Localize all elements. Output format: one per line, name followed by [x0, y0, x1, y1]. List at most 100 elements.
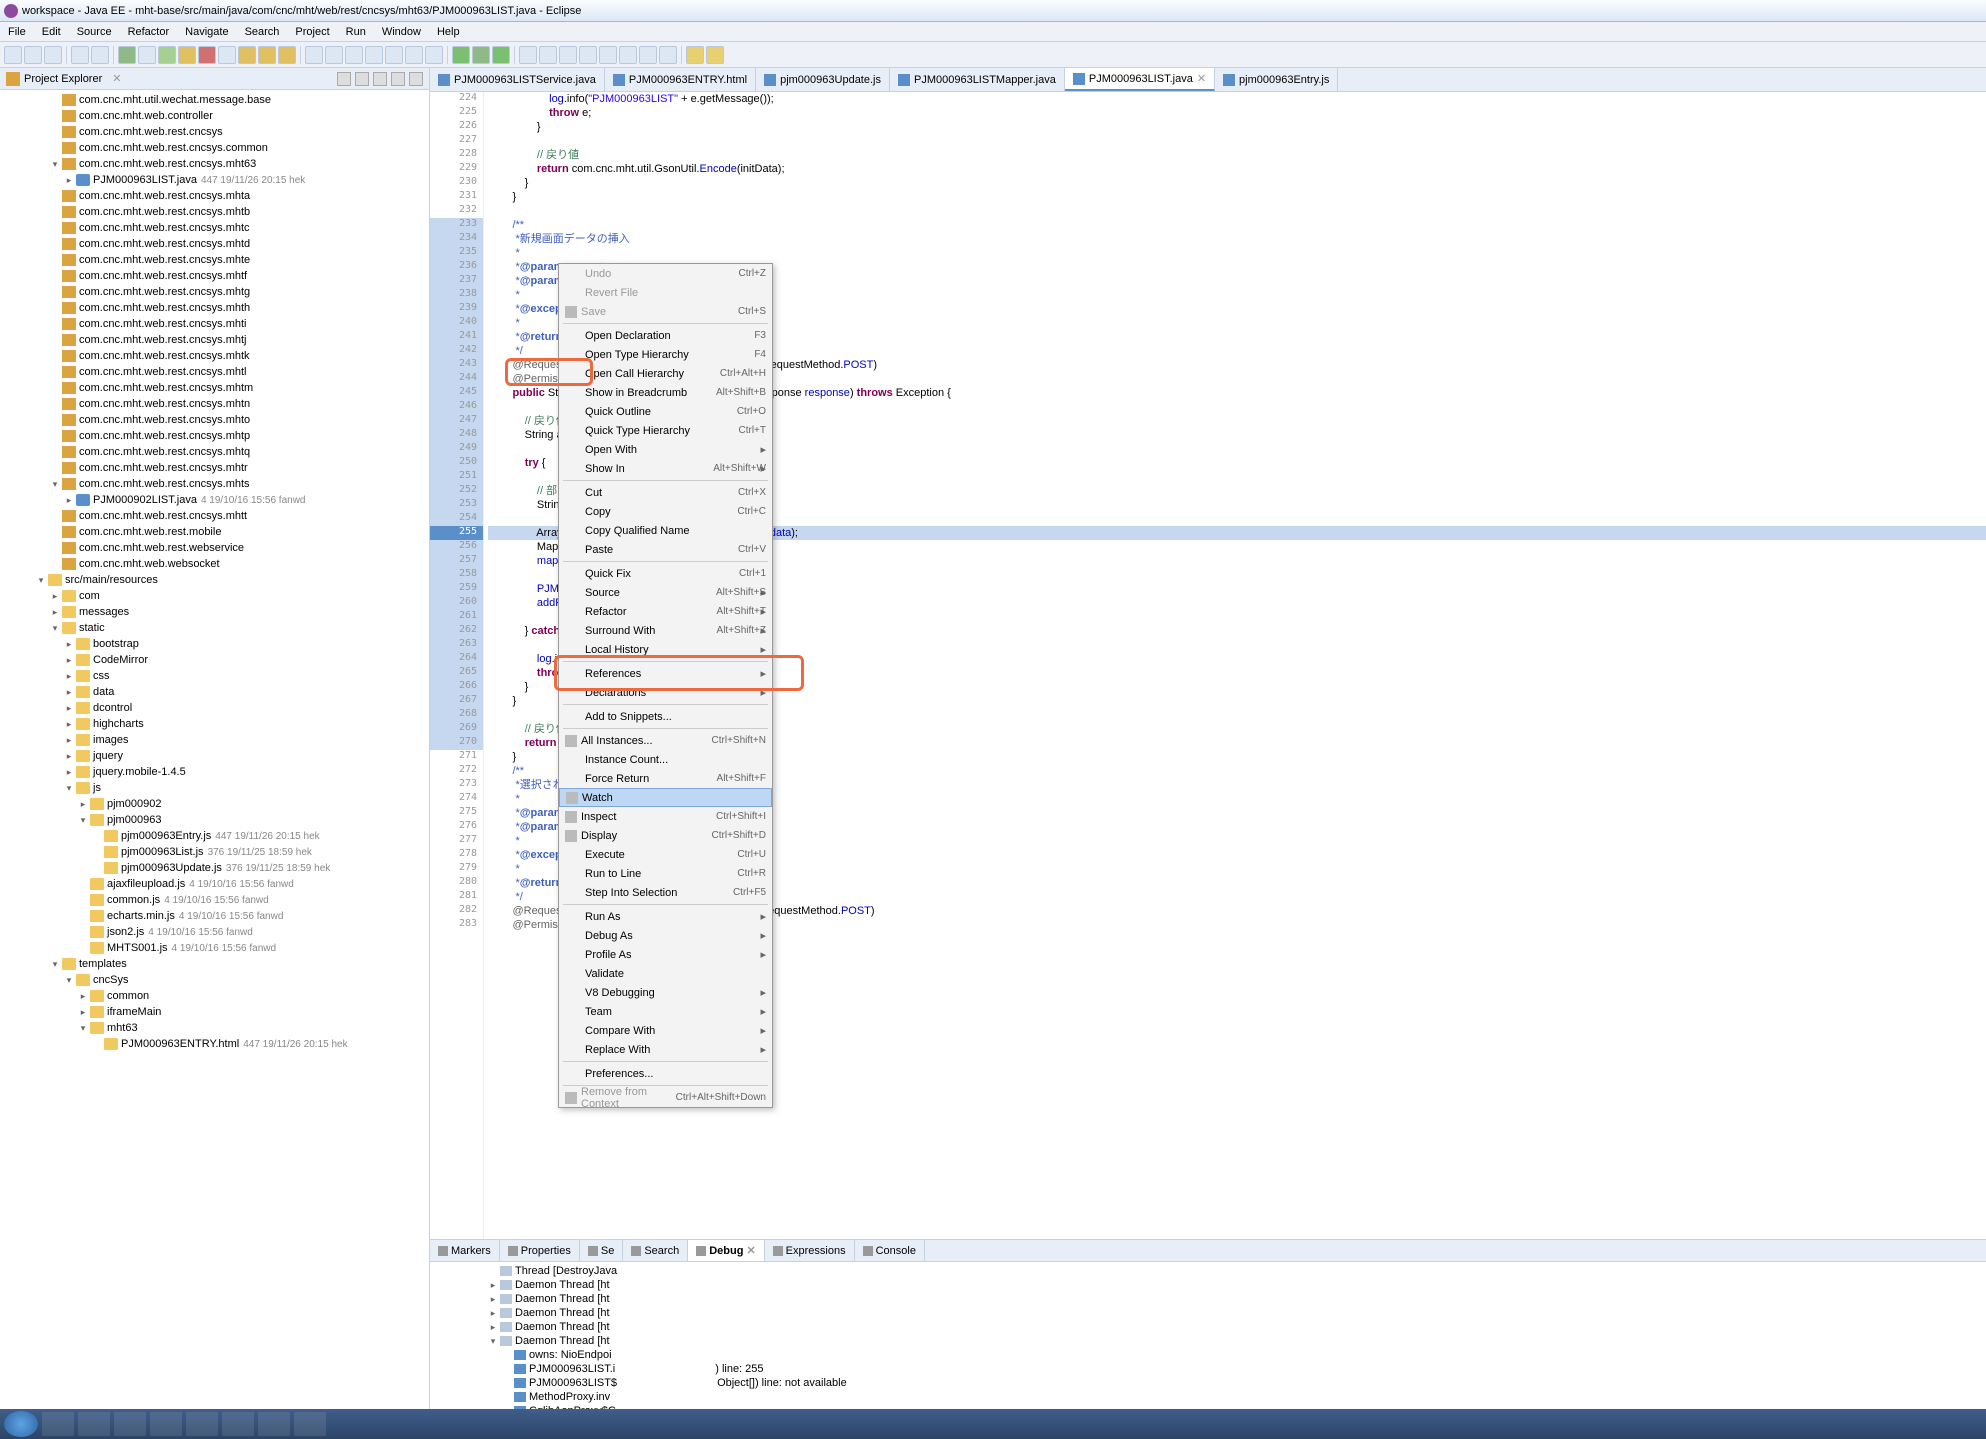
ctx-quick-outline[interactable]: Quick OutlineCtrl+O — [559, 402, 772, 421]
skip-breakpoints[interactable] — [138, 46, 156, 64]
debug-row[interactable]: PJM000963LIST$Object[]) line: not availa… — [430, 1376, 1986, 1390]
start-button[interactable] — [4, 1411, 38, 1437]
step-over-button[interactable] — [258, 46, 276, 64]
save-all-button[interactable] — [44, 46, 62, 64]
tree-item[interactable]: com.cnc.mht.web.rest.cncsys.mhtq — [0, 444, 429, 460]
tree-item[interactable]: com.cnc.mht.web.rest.cncsys.mhtl — [0, 364, 429, 380]
ctx-cut[interactable]: CutCtrl+X — [559, 483, 772, 502]
tree-item[interactable]: ▾src/main/resources — [0, 572, 429, 588]
editor-tab[interactable]: PJM000963LISTMapper.java — [890, 68, 1065, 91]
tree-item[interactable]: common.js4 19/10/16 15:56 fanwd — [0, 892, 429, 908]
ctx-inspect[interactable]: InspectCtrl+Shift+I — [559, 807, 772, 826]
ctx-open-declaration[interactable]: Open DeclarationF3 — [559, 326, 772, 345]
debug-row[interactable]: Thread [DestroyJava — [430, 1264, 1986, 1278]
ctx-refactor[interactable]: RefactorAlt+Shift+T▸ — [559, 602, 772, 621]
save-button[interactable] — [24, 46, 42, 64]
ctx-surround-with[interactable]: Surround WithAlt+Shift+Z▸ — [559, 621, 772, 640]
ctx-watch[interactable]: Watch — [559, 788, 772, 807]
resume-button[interactable] — [158, 46, 176, 64]
tree-item[interactable]: com.cnc.mht.web.rest.cncsys.mhtc — [0, 220, 429, 236]
ctx-add-to-snippets-[interactable]: Add to Snippets... — [559, 707, 772, 726]
bottom-tab-debug[interactable]: Debug ✕ — [688, 1240, 764, 1261]
tree-item[interactable]: com.cnc.mht.web.rest.cncsys.mhtb — [0, 204, 429, 220]
tree-item[interactable]: ▸com — [0, 588, 429, 604]
menu-source[interactable]: Source — [69, 24, 120, 40]
ctx-open-with[interactable]: Open With▸ — [559, 440, 772, 459]
link-editor-button[interactable] — [355, 72, 369, 86]
suspend-button[interactable] — [178, 46, 196, 64]
menu-project[interactable]: Project — [287, 24, 337, 40]
ctx-copy-qualified-name[interactable]: Copy Qualified Name — [559, 521, 772, 540]
ctx-declarations[interactable]: Declarations▸ — [559, 683, 772, 702]
explorer-tree[interactable]: com.cnc.mht.util.wechat.message.basecom.… — [0, 90, 429, 1439]
ctx-quick-fix[interactable]: Quick FixCtrl+1 — [559, 564, 772, 583]
ctx-show-in[interactable]: Show InAlt+Shift+W▸ — [559, 459, 772, 478]
tb-19[interactable] — [425, 46, 443, 64]
task-6[interactable] — [222, 1412, 254, 1436]
tree-item[interactable]: ▸pjm000902 — [0, 796, 429, 812]
debug-row[interactable]: MethodProxy.inv — [430, 1390, 1986, 1404]
tree-item[interactable]: ▾js — [0, 780, 429, 796]
tree-item[interactable]: ▸iframeMain — [0, 1004, 429, 1020]
menu-edit[interactable]: Edit — [34, 24, 69, 40]
menu-window[interactable]: Window — [374, 24, 429, 40]
tree-item[interactable]: ▸common — [0, 988, 429, 1004]
editor-tab[interactable]: PJM000963ENTRY.html — [605, 68, 756, 91]
task-8[interactable] — [294, 1412, 326, 1436]
editor-tab[interactable]: PJM000963LISTService.java — [430, 68, 605, 91]
ctx-quick-type-hierarchy[interactable]: Quick Type HierarchyCtrl+T — [559, 421, 772, 440]
tree-item[interactable]: com.cnc.mht.web.rest.cncsys.mhte — [0, 252, 429, 268]
tree-item[interactable]: com.cnc.mht.web.websocket — [0, 556, 429, 572]
tree-item[interactable]: ▸CodeMirror — [0, 652, 429, 668]
tree-item[interactable]: com.cnc.mht.web.rest.mobile — [0, 524, 429, 540]
tree-item[interactable]: ▾static — [0, 620, 429, 636]
collapse-all-button[interactable] — [337, 72, 351, 86]
tree-item[interactable]: com.cnc.mht.web.rest.webservice — [0, 540, 429, 556]
tree-item[interactable]: ajaxfileupload.js4 19/10/16 15:56 fanwd — [0, 876, 429, 892]
tree-item[interactable]: echarts.min.js4 19/10/16 15:56 fanwd — [0, 908, 429, 924]
tb-14[interactable] — [325, 46, 343, 64]
tree-item[interactable]: ▸dcontrol — [0, 700, 429, 716]
bottom-tab-search[interactable]: Search — [623, 1240, 688, 1261]
menu-search[interactable]: Search — [237, 24, 288, 40]
debug-row[interactable]: ▸Daemon Thread [ht — [430, 1320, 1986, 1334]
ctx-v-debugging[interactable]: V8 Debugging▸ — [559, 983, 772, 1002]
ctx-run-to-line[interactable]: Run to LineCtrl+R — [559, 864, 772, 883]
tree-item[interactable]: com.cnc.mht.web.controller — [0, 108, 429, 124]
ctx-display[interactable]: DisplayCtrl+Shift+D — [559, 826, 772, 845]
debug-row[interactable]: ▸Daemon Thread [ht — [430, 1306, 1986, 1320]
step-return-button[interactable] — [278, 46, 296, 64]
tree-item[interactable]: com.cnc.mht.web.rest.cncsys.mhtd — [0, 236, 429, 252]
ctx-source[interactable]: SourceAlt+Shift+S▸ — [559, 583, 772, 602]
tree-item[interactable]: com.cnc.mht.web.rest.cncsys.mhtj — [0, 332, 429, 348]
tree-item[interactable]: ▸highcharts — [0, 716, 429, 732]
tree-item[interactable]: ▾com.cnc.mht.web.rest.cncsys.mhts — [0, 476, 429, 492]
view-menu-button[interactable] — [373, 72, 387, 86]
tree-item[interactable]: ▸messages — [0, 604, 429, 620]
tree-item[interactable]: com.cnc.mht.web.rest.cncsys.mhtk — [0, 348, 429, 364]
ctx-all-instances-[interactable]: All Instances...Ctrl+Shift+N — [559, 731, 772, 750]
editor-tab[interactable]: PJM000963LIST.java ✕ — [1065, 68, 1215, 91]
tree-item[interactable]: ▾templates — [0, 956, 429, 972]
tb-16[interactable] — [365, 46, 383, 64]
debug-row[interactable]: ▾Daemon Thread [ht — [430, 1334, 1986, 1348]
tree-item[interactable]: ▸jquery — [0, 748, 429, 764]
ctx-run-as[interactable]: Run As▸ — [559, 907, 772, 926]
tb-5[interactable] — [91, 46, 109, 64]
tb-23[interactable] — [519, 46, 537, 64]
ctx-compare-with[interactable]: Compare With▸ — [559, 1021, 772, 1040]
tree-item[interactable]: com.cnc.mht.web.rest.cncsys.mhtm — [0, 380, 429, 396]
tree-item[interactable]: com.cnc.mht.web.rest.cncsys.mhtt — [0, 508, 429, 524]
bottom-tab-se[interactable]: Se — [580, 1240, 623, 1261]
tree-item[interactable]: com.cnc.mht.web.rest.cncsys.mhtg — [0, 284, 429, 300]
tb-13[interactable] — [305, 46, 323, 64]
minimize-view-button[interactable] — [391, 72, 405, 86]
tb-30[interactable] — [659, 46, 677, 64]
tree-item[interactable]: ▾mht63 — [0, 1020, 429, 1036]
tree-item[interactable]: com.cnc.mht.web.rest.cncsys.mhti — [0, 316, 429, 332]
menu-file[interactable]: File — [0, 24, 34, 40]
tree-item[interactable]: ▸images — [0, 732, 429, 748]
task-1[interactable] — [42, 1412, 74, 1436]
tree-item[interactable]: com.cnc.mht.util.wechat.message.base — [0, 92, 429, 108]
ctx-show-in-breadcrumb[interactable]: Show in BreadcrumbAlt+Shift+B — [559, 383, 772, 402]
